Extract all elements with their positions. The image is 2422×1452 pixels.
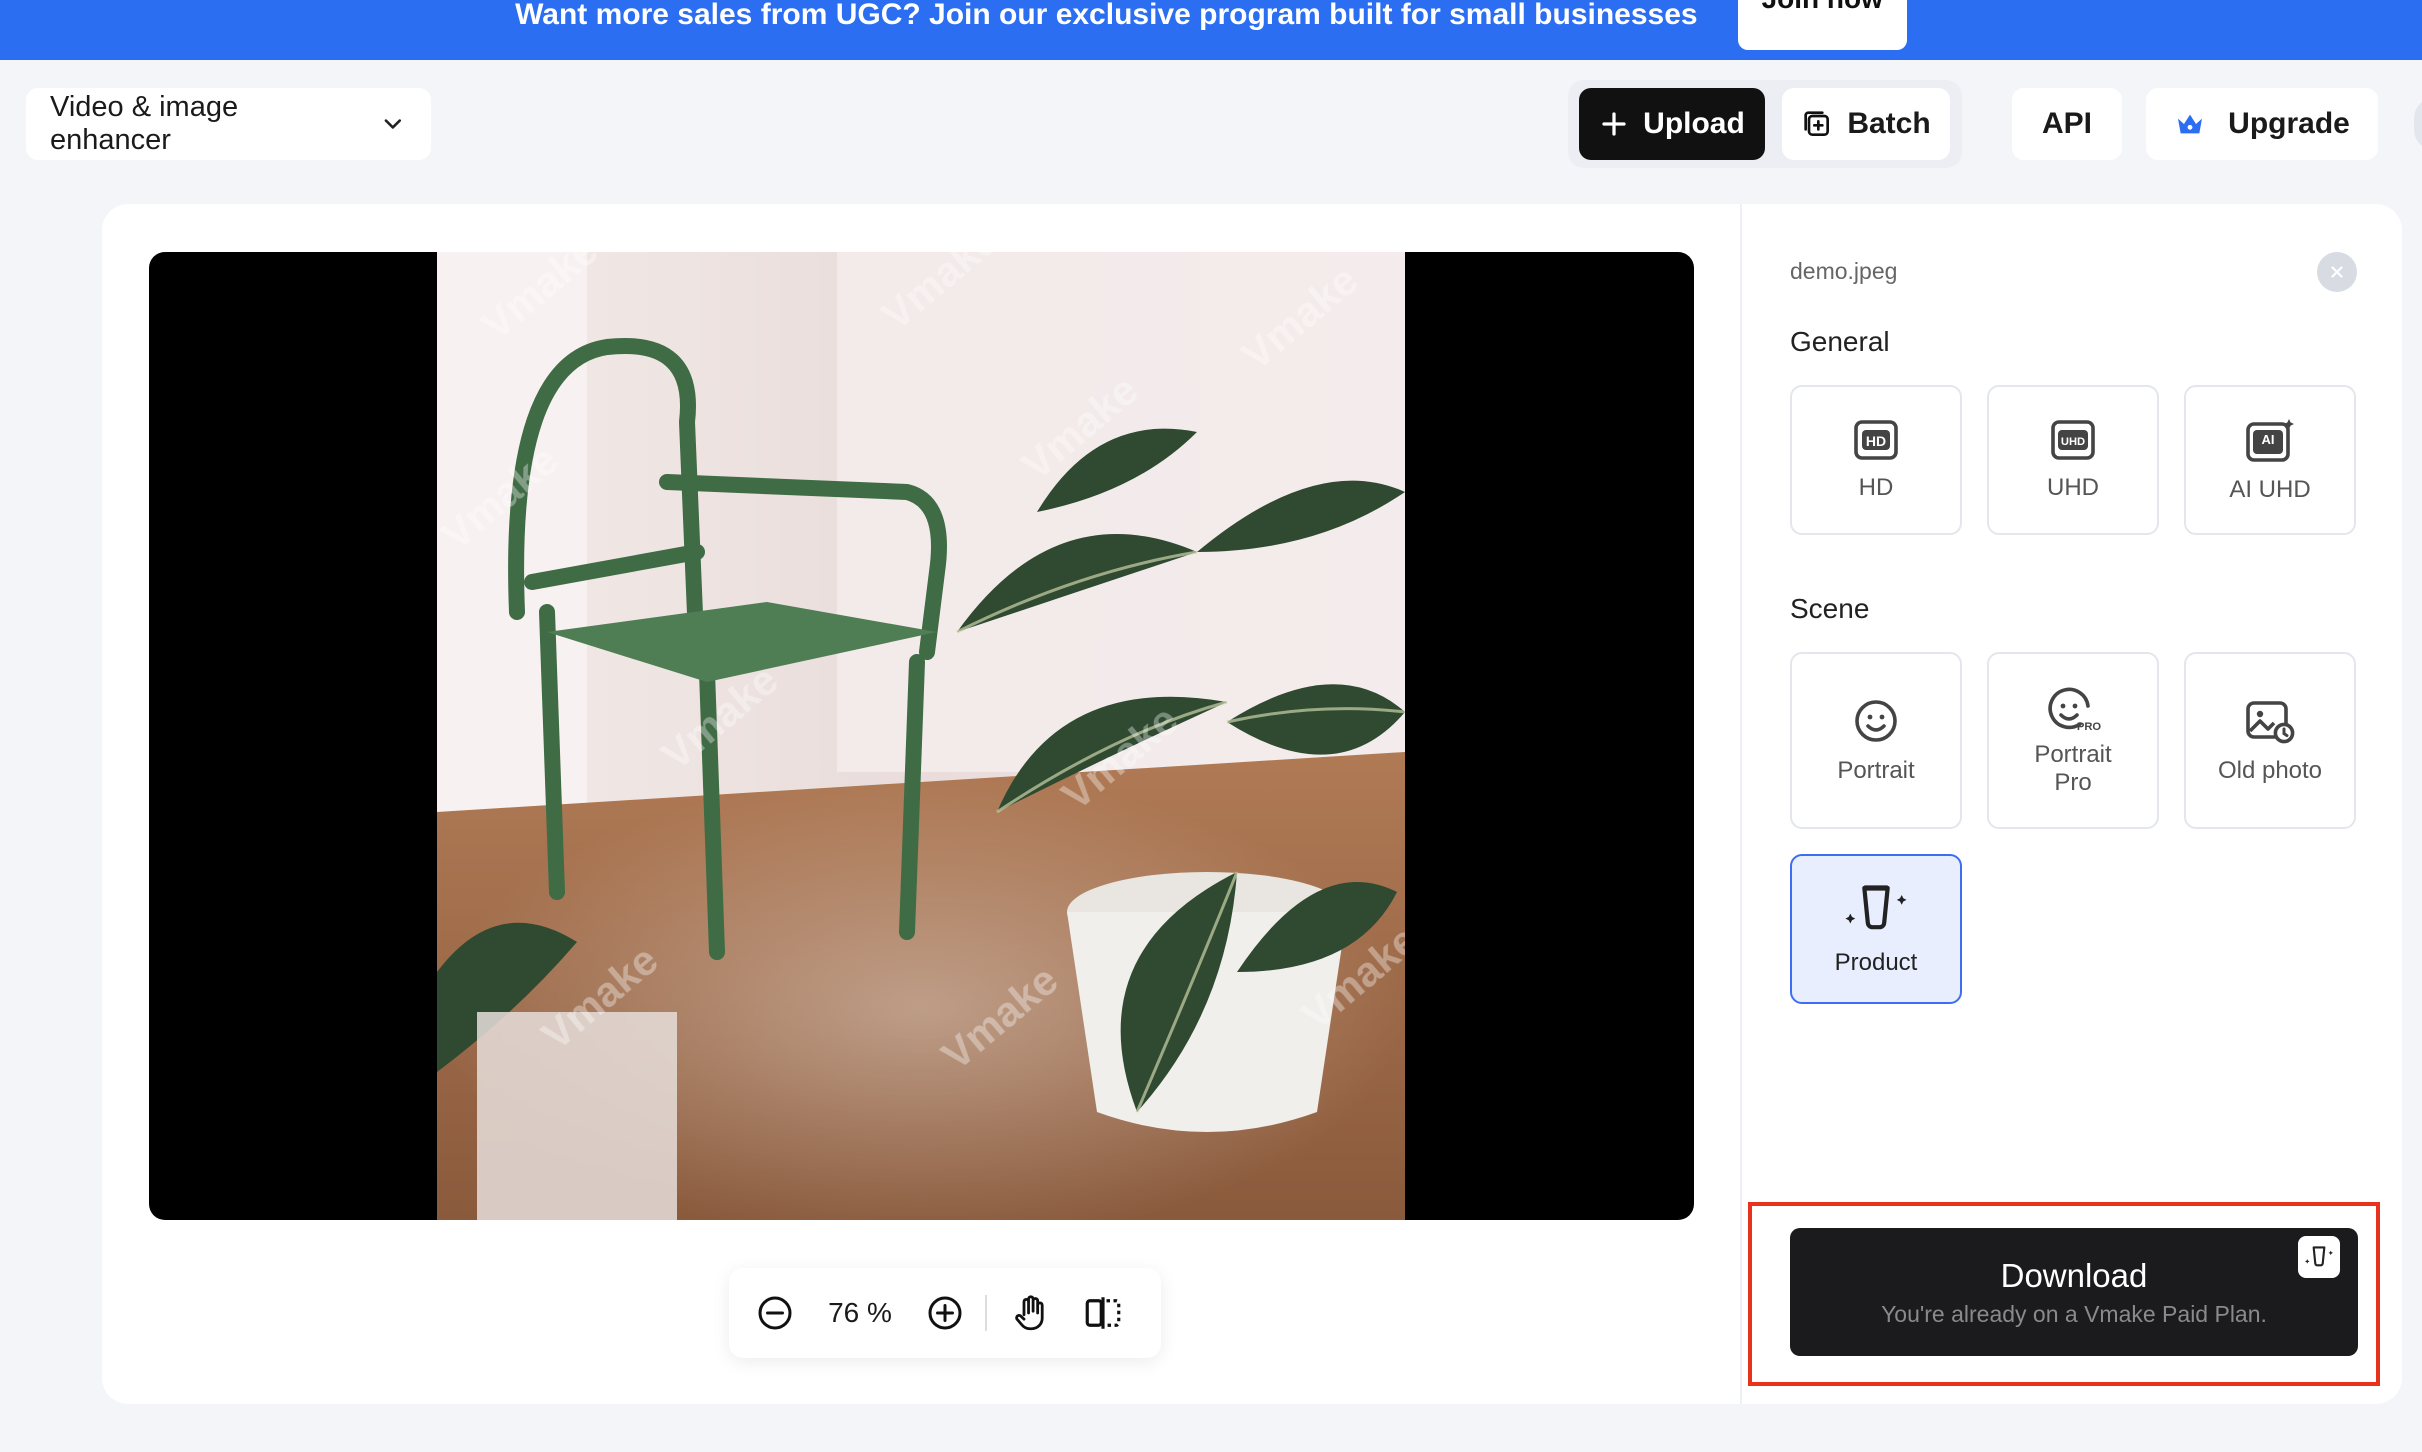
join-now-button[interactable]: Join now (1737, 0, 1907, 50)
crown-icon (2178, 114, 2203, 134)
scene-section-title: Scene (1790, 593, 1870, 624)
banner-text: Want more sales from UGC? Join our exclu… (515, 0, 1698, 31)
option-ai-uhd[interactable]: AI AI UHD (2184, 385, 2356, 535)
option-label: AI UHD (2229, 476, 2311, 503)
close-file-button[interactable] (2317, 252, 2357, 292)
zoom-toolbar: 76 % (729, 1268, 1161, 1358)
zoom-out-button[interactable] (753, 1291, 797, 1335)
option-product[interactable]: Product (1790, 854, 1962, 1004)
zoom-value: 76 % (828, 1297, 892, 1328)
pan-tool-button[interactable] (1009, 1291, 1053, 1335)
compare-button[interactable] (1081, 1291, 1125, 1335)
old-photo-icon (2246, 700, 2295, 743)
general-section-title: General (1790, 326, 1890, 357)
option-label: Product (1834, 949, 1918, 976)
batch-button[interactable]: Batch (1782, 88, 1950, 160)
option-label: Portrait Pro (2034, 740, 2112, 796)
upgrade-label: Upgrade (2228, 107, 2350, 140)
tool-select-dropdown[interactable]: Video & image enhancer (26, 88, 431, 160)
hd-icon: HD (1854, 420, 1898, 460)
svg-text:UHD: UHD (2061, 436, 2085, 448)
portrait-icon (1855, 699, 1897, 742)
zoom-out-icon (758, 1296, 792, 1330)
option-portrait[interactable]: Portrait (1790, 652, 1962, 829)
ai-uhd-icon: AI (2246, 419, 2294, 462)
zoom-separator (985, 1295, 987, 1331)
plus-icon (1602, 112, 1626, 136)
tool-select-label: Video & image enhancer (50, 91, 239, 156)
api-label: API (2041, 107, 2092, 140)
option-label: HD (1858, 474, 1894, 501)
chevron-down-icon (384, 119, 402, 129)
promo-banner: Want more sales from UGC? Join our exclu… (0, 0, 2422, 60)
image-preview[interactable]: Vmake Vmake Vmake Vmake Vmake Vmake Vmak… (149, 252, 1694, 1220)
batch-label: Batch (1847, 107, 1931, 140)
option-label: UHD (2047, 474, 2099, 501)
zoom-in-icon (928, 1296, 962, 1330)
upload-label: Upload (1643, 107, 1745, 140)
hand-pan-icon (1015, 1295, 1044, 1331)
panel-divider (1740, 204, 1742, 1404)
zoom-in-button[interactable] (923, 1291, 967, 1335)
option-label: Portrait (1837, 756, 1915, 784)
option-portrait-pro[interactable]: PRO Portrait Pro (1987, 652, 2159, 829)
download-highlight-box (1748, 1202, 2380, 1386)
portrait-pro-icon: PRO (2048, 687, 2101, 733)
api-button[interactable]: API (2012, 88, 2122, 160)
product-icon (1845, 885, 1907, 930)
svg-text:AI: AI (2262, 432, 2275, 447)
preview-photo: Vmake Vmake Vmake Vmake Vmake Vmake Vmak… (437, 252, 1405, 1220)
option-uhd[interactable]: UHD UHD (1987, 385, 2159, 535)
option-label: Old photo (2217, 756, 2323, 784)
svg-text:PRO: PRO (2077, 721, 2101, 733)
upgrade-button[interactable]: Upgrade (2146, 88, 2378, 160)
compare-split-icon (1085, 1297, 1121, 1329)
uhd-icon: UHD (2051, 420, 2095, 460)
file-name: demo.jpeg (1790, 258, 1898, 284)
batch-icon (1804, 111, 1830, 136)
svg-text:HD: HD (1866, 433, 1886, 449)
option-old-photo[interactable]: Old photo (2184, 652, 2356, 829)
upload-button[interactable]: Upload (1579, 88, 1765, 160)
option-hd[interactable]: HD HD (1790, 385, 1962, 535)
avatar[interactable] (2414, 98, 2422, 150)
close-icon (2331, 266, 2343, 278)
